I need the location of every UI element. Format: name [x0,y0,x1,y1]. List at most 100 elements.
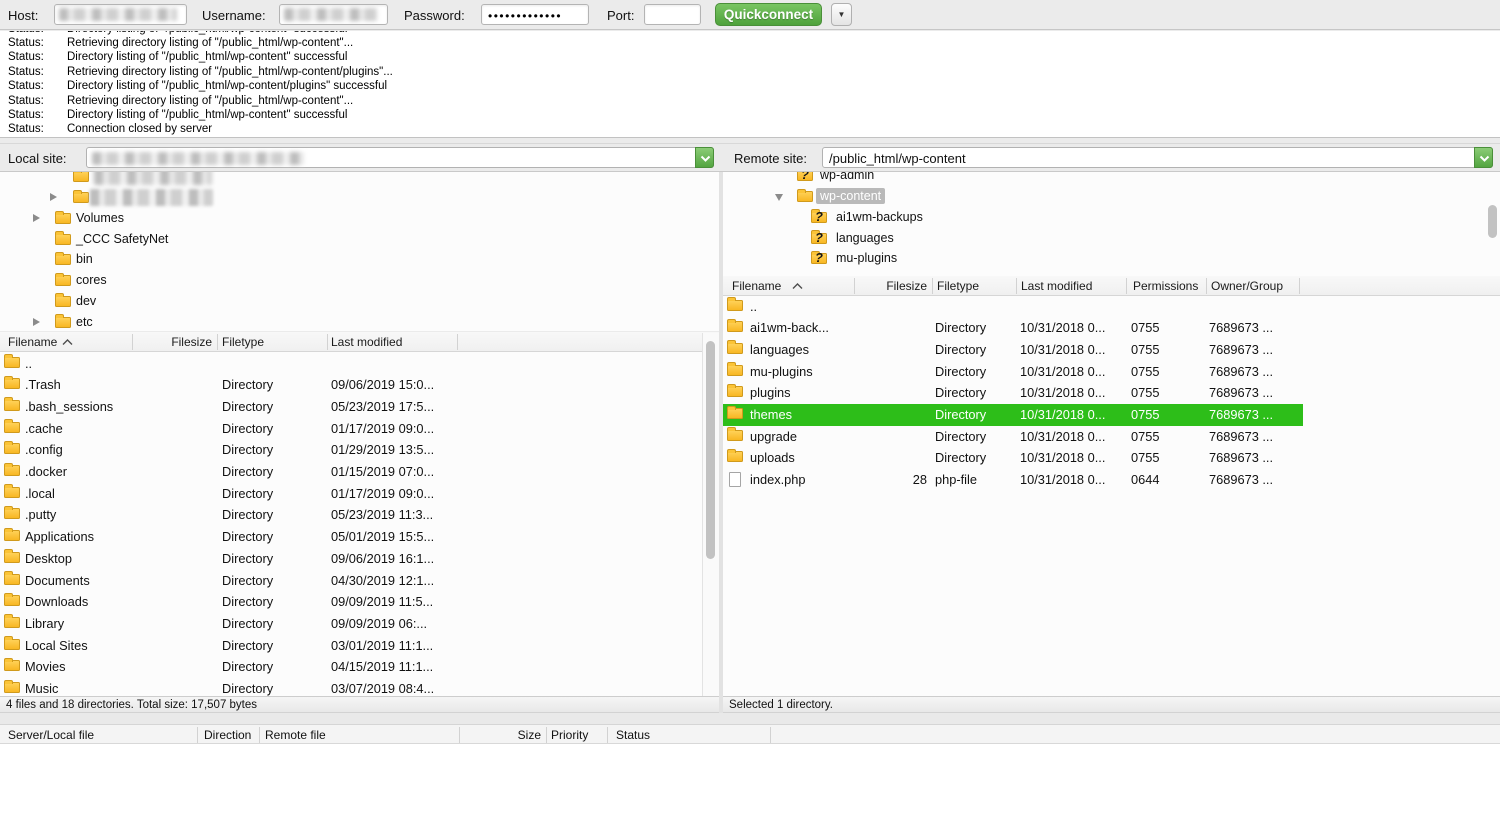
remote-site-combo[interactable]: /public_html/wp-content [822,147,1493,168]
column-divider[interactable] [1126,278,1127,294]
table-row[interactable]: .config Directory01/29/2019 13:5... [0,439,719,461]
tree-label: bin [76,252,93,266]
column-divider[interactable] [932,278,933,294]
column-header-priority[interactable]: Priority [551,728,588,742]
table-row[interactable]: .bash_sessions Directory05/23/2019 17:5.… [0,396,719,418]
column-header-filesize[interactable]: Filesize [135,335,212,349]
table-row[interactable]: Applications Directory05/01/2019 15:5... [0,526,719,548]
column-header-status[interactable]: Status [616,728,650,742]
table-row[interactable]: Downloads Directory09/09/2019 11:5... [0,591,719,613]
table-row[interactable]: Desktop Directory09/06/2019 16:1... [0,548,719,570]
column-header-filetype[interactable]: Filetype [222,335,264,349]
port-input[interactable] [644,4,701,25]
table-row[interactable]: languages Directory10/31/2018 0... 07557… [723,339,1500,361]
column-header-filename[interactable]: Filename [732,279,781,293]
local-site-dropdown-button[interactable] [695,147,714,168]
local-list-scrollbar[interactable] [702,333,719,696]
column-header-owner-group[interactable]: Owner/Group [1211,279,1283,293]
table-row[interactable]: mu-plugins Directory10/31/2018 0... 0755… [723,361,1500,383]
remote-tree-scrollbar-thumb[interactable] [1488,205,1497,238]
tree-label: ai1wm-backups [836,210,923,224]
table-row[interactable]: .. [723,296,1500,317]
tree-row-ccc-safetynet[interactable]: _CCC SafetyNet [0,229,719,250]
log-line: Status:Directory listing of "/public_htm… [8,51,347,65]
column-divider[interactable] [770,727,771,743]
column-divider[interactable] [1016,278,1017,294]
table-row[interactable]: .cache Directory01/17/2019 09:0... [0,418,719,440]
column-header-direction[interactable]: Direction [204,728,251,742]
folder-icon [727,300,743,311]
tree-row-etc[interactable]: etc [0,312,719,332]
table-row[interactable]: index.php 28 php-file10/31/2018 0... 064… [723,469,1500,491]
column-divider[interactable] [546,727,547,743]
column-header-permissions[interactable]: Permissions [1133,279,1198,293]
table-row[interactable]: uploads Directory10/31/2018 0... 0755768… [723,447,1500,469]
column-header-last-modified[interactable]: Last modified [1021,279,1092,293]
table-row[interactable]: Documents Directory04/30/2019 12:1... [0,570,719,592]
collapse-arrow-icon[interactable] [775,194,783,201]
column-divider[interactable] [854,278,855,294]
column-divider[interactable] [1206,278,1207,294]
table-row[interactable]: Movies Directory04/15/2019 11:1... [0,656,719,678]
expand-arrow-icon[interactable] [33,318,40,326]
folder-icon [55,317,71,328]
table-row-selected-themes[interactable]: themes Directory10/31/2018 0... 07557689… [723,404,1500,426]
quickconnect-dropdown-button[interactable]: ▼ [831,3,852,26]
tree-row-selected[interactable] [0,187,719,208]
folder-icon [727,408,743,419]
tree-row-bin[interactable]: bin [0,249,719,270]
column-divider[interactable] [259,727,260,743]
password-value: ••••••••••••• [488,9,562,23]
table-row[interactable]: Library Directory09/09/2019 06:... [0,613,719,635]
tree-label-redacted [94,172,212,185]
column-divider[interactable] [459,727,460,743]
quickconnect-button[interactable]: Quickconnect [715,3,822,26]
table-row[interactable]: .putty Directory05/23/2019 11:3... [0,504,719,526]
column-divider[interactable] [607,727,608,743]
table-row[interactable]: .docker Directory01/15/2019 07:0... [0,461,719,483]
local-site-combo[interactable] [86,147,714,168]
tree-row-volumes[interactable]: Volumes [0,208,719,229]
scrollbar-thumb[interactable] [706,341,715,559]
tree-row-ai1wm-backups[interactable]: ai1wm-backups [723,207,1500,228]
column-divider[interactable] [132,334,133,350]
username-input[interactable] [279,4,388,25]
table-row[interactable]: Local Sites Directory03/01/2019 11:1... [0,635,719,657]
column-header-remote-file[interactable]: Remote file [265,728,326,742]
column-divider[interactable] [457,334,458,350]
folder-icon [4,660,20,671]
table-row[interactable]: ai1wm-back... Directory10/31/2018 0... 0… [723,317,1500,339]
column-divider[interactable] [327,334,328,350]
expand-arrow-icon[interactable] [50,193,57,201]
table-row[interactable]: .Trash Directory09/06/2019 15:0... [0,374,719,396]
tree-row-mu-plugins[interactable]: mu-plugins [723,248,1500,269]
column-divider[interactable] [197,727,198,743]
table-row[interactable]: Music Directory03/07/2019 08:4... [0,678,719,696]
host-input[interactable] [54,4,187,25]
expand-arrow-icon[interactable] [33,214,40,222]
tree-row-dev[interactable]: dev [0,291,719,312]
table-row[interactable]: .. [0,353,719,375]
tree-row-wp-admin[interactable]: wp-admin [723,172,1500,186]
tree-row-languages[interactable]: languages [723,228,1500,249]
table-row[interactable]: .local Directory01/17/2019 09:0... [0,483,719,505]
table-row[interactable]: upgrade Directory10/31/2018 0... 0755768… [723,426,1500,448]
column-header-last-modified[interactable]: Last modified [331,335,402,349]
column-header-size[interactable]: Size [480,728,541,742]
column-header-server-local-file[interactable]: Server/Local file [8,728,94,742]
column-divider[interactable] [217,334,218,350]
column-header-filename[interactable]: Filename [8,335,57,349]
table-row[interactable]: plugins Directory10/31/2018 0... 0755768… [723,382,1500,404]
tree-label: mu-plugins [836,251,897,265]
remote-site-dropdown-button[interactable] [1474,147,1493,168]
column-header-filetype[interactable]: Filetype [937,279,979,293]
tree-row[interactable] [0,172,719,187]
folder-icon [73,192,89,203]
column-divider[interactable] [1299,278,1300,294]
tree-row-cores[interactable]: cores [0,270,719,291]
column-header-filesize[interactable]: Filesize [857,279,927,293]
password-input[interactable]: ••••••••••••• [481,4,589,25]
tree-row-wp-content-selected[interactable]: wp-content [723,186,1500,207]
queue-splitter[interactable] [0,713,1500,725]
transfer-queue-list[interactable] [0,744,1500,839]
